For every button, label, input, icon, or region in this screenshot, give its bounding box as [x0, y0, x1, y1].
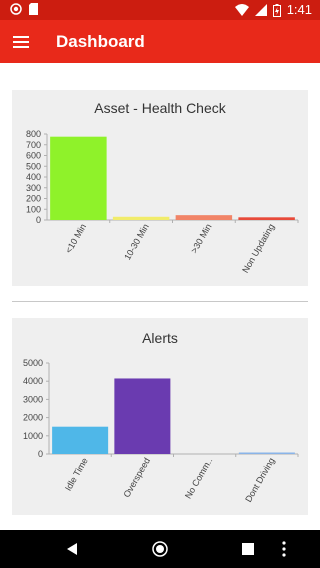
app-bar: Dashboard: [0, 20, 320, 63]
y-tick-label: 500: [26, 161, 41, 171]
page-title: Dashboard: [56, 32, 145, 51]
y-tick-label: 0: [38, 449, 43, 459]
signal-icon: [254, 4, 267, 16]
y-tick-label: 600: [26, 151, 41, 161]
x-tick-label: Idle Time: [63, 456, 90, 493]
asset-health-chart: 0100200300400500600700800 <10 Min 10-30 Mi…: [26, 129, 299, 275]
alerts-chart: 0 1000 2000 3000 4000 5000 Idle Time Overspeed N…: [23, 358, 299, 504]
bar: [238, 217, 295, 220]
notification-icon: [10, 3, 22, 15]
x-tick-label: No Comm..: [183, 456, 214, 500]
x-tick-label: >30 Min: [189, 222, 214, 255]
x-tick-label: 10-30 Min: [122, 222, 151, 262]
more-vertical-icon[interactable]: [282, 541, 286, 557]
alerts-card: Alerts 0 1000 2000 3000 4000 5000 Idle Time Ove…: [12, 318, 308, 515]
navigation-bar: [0, 530, 320, 568]
bar: [52, 426, 109, 454]
x-tick-label: <10 Min: [63, 222, 88, 255]
y-tick-label: 4000: [23, 376, 43, 386]
bar: [50, 136, 107, 220]
bar: [175, 215, 233, 220]
divider: [12, 301, 308, 302]
y-tick-label: 3000: [23, 394, 43, 404]
wifi-icon: [234, 4, 249, 16]
dashboard-content[interactable]: Asset - Health Check 0 100 200 300 400 500 600…: [0, 63, 320, 530]
y-tick-label: 200: [26, 194, 41, 204]
y-tick-label: 5000: [23, 358, 43, 368]
status-right-icons: 1:41: [234, 2, 312, 18]
battery-icon: [272, 3, 281, 17]
y-tick-label: 1000: [23, 431, 43, 441]
y-tick-label: 0: [36, 215, 41, 225]
status-left-icons: [10, 3, 39, 15]
status-time: 1:41: [286, 2, 312, 17]
y-tick-label: 800: [26, 129, 41, 139]
back-icon[interactable]: [65, 542, 79, 556]
status-bar: 1:41: [0, 0, 320, 20]
x-tick-label: Non Updating: [240, 222, 276, 275]
y-tick-label: 2000: [23, 413, 43, 423]
x-tick-label: Dont Driving: [243, 456, 276, 504]
bar: [238, 452, 295, 454]
asset-health-card: Asset - Health Check 0 100 200 300 400 500 600…: [12, 90, 308, 286]
x-tick-label: Overspeed: [121, 456, 152, 499]
hamburger-menu-icon[interactable]: [13, 35, 29, 49]
bar: [114, 378, 171, 454]
recents-icon[interactable]: [242, 543, 254, 555]
home-icon[interactable]: [152, 541, 168, 557]
y-tick-label: 300: [26, 183, 41, 193]
y-tick-label: 700: [26, 140, 41, 150]
bar: [112, 216, 170, 220]
y-tick-label: 400: [26, 172, 41, 182]
y-tick-label: 100: [26, 204, 41, 214]
sd-card-icon: [29, 3, 38, 15]
